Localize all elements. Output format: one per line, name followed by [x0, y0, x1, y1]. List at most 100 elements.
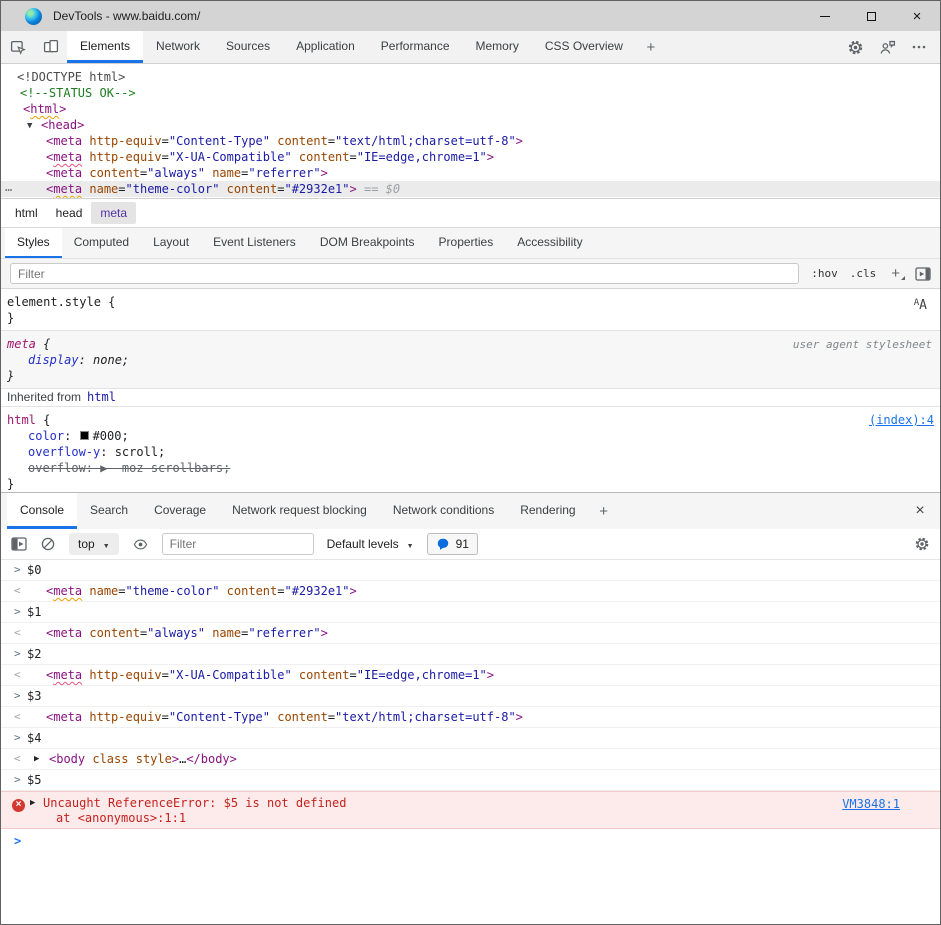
- css-rule-line[interactable]: overflow-y: scroll;: [1, 444, 940, 460]
- panel-tab-performance[interactable]: Performance: [368, 31, 463, 63]
- dom-tree-line[interactable]: <!DOCTYPE html>: [1, 69, 940, 85]
- font-size-toggle-icon[interactable]: [914, 298, 927, 313]
- css-rule-line[interactable]: }: [1, 476, 940, 492]
- elements-dom-tree: <!DOCTYPE html><!--STATUS OK--><html>▼<h…: [1, 64, 940, 198]
- styles-tab-dom-breakpoints[interactable]: DOM Breakpoints: [308, 228, 427, 258]
- css-rule-line[interactable]: color: #000;: [1, 428, 940, 444]
- console-result: <meta content="always" name="referrer">: [46, 626, 328, 640]
- minimize-button[interactable]: [802, 1, 848, 31]
- styles-tab-event-listeners[interactable]: Event Listeners: [201, 228, 308, 258]
- expand-arrow-icon[interactable]: ▶: [30, 796, 35, 811]
- gear-icon: [847, 39, 864, 56]
- css-rule-line[interactable]: display: none;: [1, 352, 940, 368]
- drawer-tab-network-conditions[interactable]: Network conditions: [380, 493, 507, 529]
- chevron-down-icon: [103, 537, 110, 551]
- console-error-row[interactable]: ×▶Uncaught ReferenceError: $5 is not def…: [1, 791, 940, 829]
- console-output-row[interactable]: <<meta http-equiv="X-UA-Compatible" cont…: [1, 665, 940, 686]
- dom-tree-line[interactable]: <meta http-equiv="X-UA-Compatible" conte…: [1, 149, 940, 165]
- styles-tab-accessibility[interactable]: Accessibility: [505, 228, 594, 258]
- panel-tab-memory[interactable]: Memory: [463, 31, 532, 63]
- chevron-down-icon: [407, 537, 414, 551]
- styles-tab-properties[interactable]: Properties: [427, 228, 506, 258]
- new-style-rule-button[interactable]: [888, 265, 903, 282]
- console-prompt[interactable]: >: [1, 829, 940, 853]
- console-output-chevron-icon: <: [14, 749, 21, 769]
- console-input-chevron-icon: >: [14, 602, 21, 622]
- console-settings-button[interactable]: [914, 536, 930, 552]
- css-rule-line[interactable]: element.style {: [1, 294, 940, 310]
- dom-tree-line[interactable]: <meta content="always" name="referrer">: [1, 165, 940, 181]
- devtools-window: DevTools - www.baidu.com/ ElementsNetwor…: [0, 0, 941, 925]
- console-output-row[interactable]: <<meta content="always" name="referrer">: [1, 623, 940, 644]
- styles-tab-layout[interactable]: Layout: [141, 228, 201, 258]
- feedback-button[interactable]: [874, 34, 900, 60]
- drawer-tab-console[interactable]: Console: [7, 493, 77, 529]
- more-drawer-tabs-button[interactable]: +: [589, 493, 619, 529]
- styles-tab-computed[interactable]: Computed: [62, 228, 141, 258]
- css-rule-line[interactable]: }: [1, 310, 940, 326]
- console-input-row[interactable]: >$1: [1, 602, 940, 623]
- panel-tab-elements[interactable]: Elements: [67, 31, 143, 63]
- tab-label: Elements: [80, 39, 130, 53]
- styles-filter-input[interactable]: [10, 263, 799, 284]
- panel-tab-application[interactable]: Application: [283, 31, 368, 63]
- toggle-element-state-button[interactable]: :hov: [811, 267, 838, 280]
- expand-arrow-icon[interactable]: ▼: [27, 118, 32, 134]
- console-input-row[interactable]: >$3: [1, 686, 940, 707]
- console-output-row[interactable]: <<meta name="theme-color" content="#2932…: [1, 581, 940, 602]
- drawer-tab-network-request-blocking[interactable]: Network request blocking: [219, 493, 380, 529]
- dom-tree-line[interactable]: ▼<head>: [1, 117, 940, 133]
- breadcrumb: htmlheadmeta: [1, 198, 940, 227]
- element-classes-button[interactable]: .cls: [850, 267, 877, 280]
- dom-tree-line[interactable]: <html>: [1, 101, 940, 117]
- log-levels-selector[interactable]: Default levels: [327, 537, 414, 551]
- more-options-button[interactable]: [906, 34, 932, 60]
- css-rule-line[interactable]: overflow: ▶ -moz-scrollbars;: [1, 460, 940, 476]
- console-output-row[interactable]: <<meta http-equiv="Content-Type" content…: [1, 707, 940, 728]
- clear-console-button[interactable]: [40, 536, 56, 552]
- drawer-tab-coverage[interactable]: Coverage: [141, 493, 219, 529]
- console-filter-input[interactable]: [162, 533, 314, 555]
- color-swatch[interactable]: [80, 431, 89, 440]
- breadcrumb-item-head[interactable]: head: [47, 202, 92, 224]
- close-drawer-button[interactable]: [900, 493, 940, 529]
- stylesheet-source-link[interactable]: (index):4: [869, 413, 934, 427]
- issues-counter-button[interactable]: 91: [427, 533, 478, 555]
- breadcrumb-item-meta[interactable]: meta: [91, 202, 136, 224]
- console-output-row[interactable]: <▶<body class style>…</body>: [1, 749, 940, 770]
- create-live-expression-button[interactable]: [132, 537, 149, 552]
- show-computed-sidebar-button[interactable]: [915, 267, 931, 281]
- console-input-row[interactable]: >$0: [1, 560, 940, 581]
- console-sidebar-icon: [11, 537, 27, 551]
- maximize-button[interactable]: [848, 1, 894, 31]
- inherited-node-link[interactable]: html: [87, 390, 116, 404]
- dom-tree-line[interactable]: …<meta name="theme-color" content="#2932…: [1, 181, 940, 197]
- overflow-menu-icon[interactable]: …: [5, 179, 13, 195]
- settings-button[interactable]: [842, 34, 868, 60]
- device-emulation-button[interactable]: [34, 31, 67, 63]
- expand-arrow-icon[interactable]: ▶: [34, 749, 39, 769]
- dom-tree-line[interactable]: <meta http-equiv="Content-Type" content=…: [1, 133, 940, 149]
- inherited-from-header: Inherited fromhtml: [1, 389, 940, 407]
- more-tabs-button[interactable]: +: [636, 31, 666, 63]
- panel-tab-network[interactable]: Network: [143, 31, 213, 63]
- css-rule-line[interactable]: }: [1, 368, 940, 384]
- inspect-element-button[interactable]: [1, 31, 34, 63]
- show-console-sidebar-button[interactable]: [11, 537, 27, 551]
- console-input-row[interactable]: >$2: [1, 644, 940, 665]
- panel-tab-css-overview[interactable]: CSS Overview: [532, 31, 636, 63]
- dom-tree-line[interactable]: <!--STATUS OK-->: [1, 85, 940, 101]
- tab-label: Memory: [476, 39, 519, 53]
- styles-tab-styles[interactable]: Styles: [5, 228, 62, 258]
- close-button[interactable]: [894, 1, 940, 31]
- error-source-link[interactable]: VM3848:1: [842, 797, 900, 812]
- drawer-tab-search[interactable]: Search: [77, 493, 141, 529]
- panel-tab-sources[interactable]: Sources: [213, 31, 283, 63]
- console-input-row[interactable]: >$5: [1, 770, 940, 791]
- breadcrumb-item-html[interactable]: html: [6, 202, 47, 224]
- css-rule-line[interactable]: html {: [1, 412, 940, 428]
- javascript-context-selector[interactable]: top: [69, 533, 119, 555]
- drawer-tab-rendering[interactable]: Rendering: [507, 493, 588, 529]
- console-input-row[interactable]: >$4: [1, 728, 940, 749]
- console-input-chevron-icon: >: [14, 644, 21, 664]
